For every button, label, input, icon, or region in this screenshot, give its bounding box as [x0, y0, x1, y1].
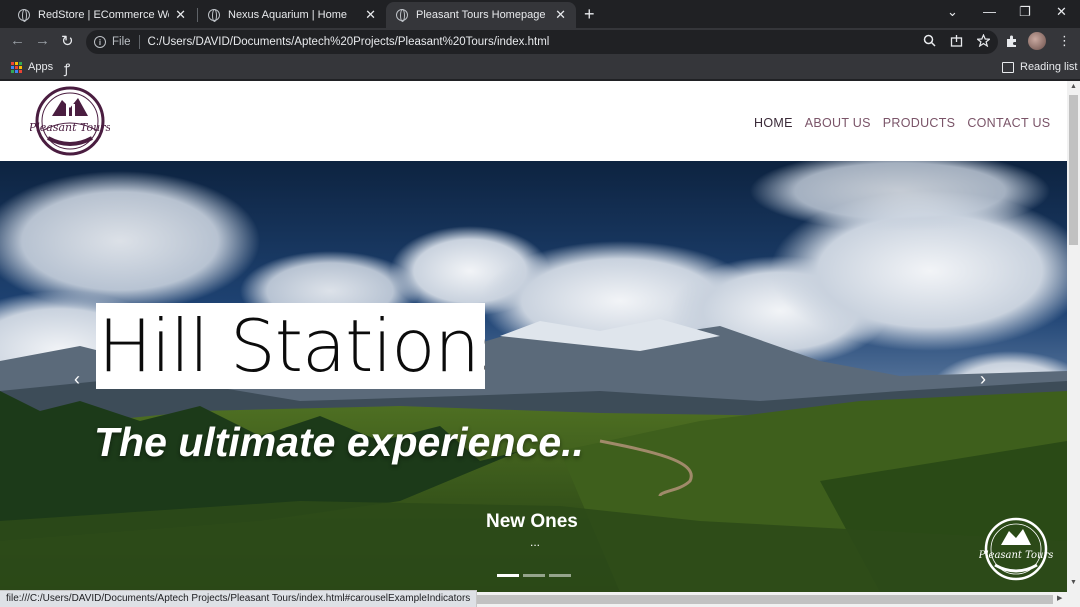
bookmarks-bar: Apps ꝭ Reading list: [0, 56, 1080, 80]
nav-products[interactable]: PRODUCTS: [883, 116, 956, 130]
reading-list-icon: [1002, 61, 1014, 73]
star-icon[interactable]: [977, 34, 990, 47]
browser-toolbar: ← → ↻ i File C:/Users/DAVID/Documents/Ap…: [0, 28, 1080, 56]
omnibox-actions: [923, 34, 990, 47]
restore-button[interactable]: ❐: [1019, 4, 1031, 20]
hero-carousel: ‹ › Hill Stations The ultimate experienc…: [0, 161, 1067, 592]
bookmark-favicon-icon[interactable]: ꝭ: [64, 59, 70, 77]
reading-list-button[interactable]: Reading list: [1002, 61, 1077, 73]
apps-bookmark[interactable]: Apps: [11, 61, 53, 73]
tab-search-icon[interactable]: ⌄: [947, 4, 958, 20]
globe-icon: [396, 9, 408, 22]
new-tab-button[interactable]: +: [584, 4, 595, 25]
carousel-indicator[interactable]: [497, 574, 519, 577]
reading-list-label: Reading list: [1020, 61, 1078, 73]
main-nav: HOME ABOUT US PRODUCTS CONTACT US: [754, 116, 1050, 130]
logo-text: Pleasant Tours: [30, 121, 110, 134]
menu-icon[interactable]: ⋮: [1058, 33, 1071, 49]
tab-title: RedStore | ECommerce Website f: [38, 9, 169, 21]
corner-logo-text: Pleasant Tours: [979, 550, 1053, 561]
scroll-down-icon[interactable]: ▼: [1070, 579, 1077, 586]
hero-title: Hill Stations: [96, 303, 485, 389]
carousel-indicators: [497, 574, 571, 577]
carousel-caption-text: ...: [530, 535, 541, 549]
status-bar-url: file:///C:/Users/DAVID/Documents/Aptech …: [0, 590, 478, 607]
carousel-prev-button[interactable]: ‹: [74, 369, 80, 390]
scroll-up-icon[interactable]: ▲: [1070, 83, 1077, 90]
share-icon[interactable]: [950, 34, 963, 47]
tab-title: Nexus Aquarium | Home: [228, 9, 348, 21]
tab-title: Pleasant Tours Homepage: [416, 9, 546, 21]
zoom-icon[interactable]: [923, 34, 936, 47]
omnibox-divider: [138, 35, 140, 49]
tab-pleasant-tours[interactable]: Pleasant Tours Homepage ✕: [386, 2, 576, 28]
nav-about-us[interactable]: ABOUT US: [805, 116, 871, 130]
hscrollbar-thumb[interactable]: [448, 595, 1053, 604]
apps-label: Apps: [28, 61, 54, 73]
tab-nexus[interactable]: Nexus Aquarium | Home ✕: [198, 2, 386, 28]
close-tab-icon[interactable]: ✕: [555, 7, 566, 23]
tab-strip: RedStore | ECommerce Website f ✕ Nexus A…: [0, 0, 1080, 28]
info-icon[interactable]: i: [94, 36, 106, 48]
tab-redstore[interactable]: RedStore | ECommerce Website f ✕: [8, 2, 196, 28]
close-window-button[interactable]: ✕: [1056, 4, 1067, 20]
corner-logo: Pleasant Tours: [979, 517, 1053, 581]
scroll-right-icon[interactable]: ▶: [1057, 594, 1062, 602]
carousel-next-button[interactable]: ›: [980, 369, 986, 390]
scheme-label: File: [112, 36, 131, 48]
page-viewport: Pleasant Tours HOME ABOUT US PRODUCTS CO…: [0, 81, 1067, 592]
carousel-indicator[interactable]: [523, 574, 545, 577]
scrollbar-thumb[interactable]: [1069, 95, 1078, 245]
nav-contact-us[interactable]: CONTACT US: [967, 116, 1050, 130]
pleasant-tours-logo[interactable]: Pleasant Tours: [30, 86, 110, 156]
nav-home[interactable]: HOME: [754, 116, 793, 130]
close-tab-icon[interactable]: ✕: [175, 7, 186, 23]
back-button[interactable]: ←: [10, 32, 25, 49]
carousel-indicator[interactable]: [549, 574, 571, 577]
minimize-button[interactable]: —: [983, 4, 996, 19]
site-header: Pleasant Tours HOME ABOUT US PRODUCTS CO…: [0, 81, 1067, 161]
globe-icon: [18, 9, 30, 22]
globe-icon: [208, 9, 220, 22]
forward-button[interactable]: →: [35, 32, 50, 49]
profile-avatar[interactable]: [1028, 32, 1046, 50]
extensions-icon[interactable]: [1005, 34, 1019, 48]
apps-grid-icon: [11, 61, 22, 73]
vertical-scrollbar[interactable]: ▲ ▼: [1067, 81, 1080, 607]
hero-subtitle: The ultimate experience..: [94, 419, 584, 465]
carousel-caption-title: New Ones: [486, 511, 578, 532]
reload-button[interactable]: ↻: [61, 32, 74, 50]
address-bar[interactable]: i File C:/Users/DAVID/Documents/Aptech%2…: [86, 30, 998, 54]
close-tab-icon[interactable]: ✕: [365, 7, 376, 23]
url-text[interactable]: C:/Users/DAVID/Documents/Aptech%20Projec…: [148, 36, 550, 48]
